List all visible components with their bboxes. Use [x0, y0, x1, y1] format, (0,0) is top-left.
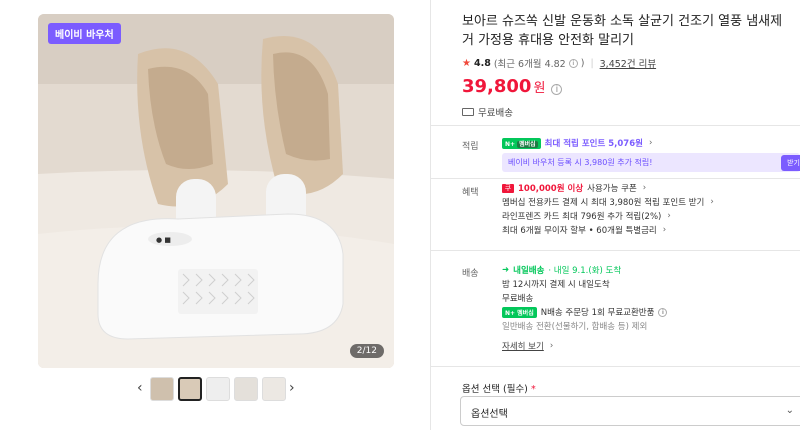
star-icon: ★ [462, 57, 471, 69]
divider [430, 125, 800, 126]
thumbnail-active[interactable] [178, 377, 202, 401]
npay-membership-icon: N+ 멤버십 [502, 306, 537, 318]
divider [430, 250, 800, 251]
product-title: 보아르 슈즈쏙 신발 운동화 소독 살균기 건조기 열풍 냄새제거 가정용 휴대… [462, 14, 783, 48]
free-shipping-text: 무료배송 [478, 108, 513, 119]
option-select-value: 옵션선택 [471, 409, 508, 420]
membership-card-benefit[interactable]: 멤버십 전용카드 결제 시 최대 3,980원 적립 포인트 받기 [502, 196, 704, 208]
npay-membership-icon: N+ 멤버십 [502, 137, 541, 149]
separator: | [590, 57, 594, 69]
price-unit: 원 [533, 81, 546, 96]
tomorrow-delivery: 내일배송 [513, 266, 545, 276]
chevron-right-icon: › [662, 225, 667, 235]
delivery-date: · 내일 9.1.(화) 도착 [548, 266, 622, 276]
delivery-cutoff: 밤 12시까지 결제 시 내일도착 [502, 280, 610, 290]
benefits-label: 혜택 [462, 188, 479, 198]
price: 39,800 원 i [462, 76, 800, 97]
image-counter: 2/12 [349, 344, 384, 358]
prev-image-icon[interactable]: ‹ [137, 380, 143, 396]
return-benefit: N배송 주문당 1회 무료교환반품 [540, 308, 655, 318]
info-icon[interactable]: i [658, 307, 668, 317]
option-select[interactable]: 옵션선택 ⌄ [460, 396, 800, 426]
thumbnail[interactable] [262, 377, 286, 401]
delivery-label: 배송 [462, 269, 479, 279]
thumbnail-strip [150, 377, 286, 401]
chevron-right-icon: › [667, 211, 671, 221]
rating-row: ★ 4.8 (최근 6개월 4.82 i ) | 3,452건 리뷰 [462, 56, 800, 71]
rating-note: (최근 6개월 4.82 [493, 59, 566, 70]
product-photo: ● ■ [38, 14, 394, 368]
rating-score: 4.8 [473, 57, 491, 69]
truck-icon [462, 108, 474, 116]
coupon-text[interactable]: 사용가능 쿠폰 [587, 182, 637, 194]
delivery-section: ➜ 내일배송 · 내일 9.1.(화) 도착 밤 12시까지 결제 시 내일도착… [502, 263, 668, 353]
option-label: 옵션 선택 (필수) * [462, 384, 536, 395]
chevron-right-icon: › [549, 341, 554, 351]
coupon-icon: 쿠 [502, 183, 514, 193]
linefriends-card-benefit[interactable]: 라인프렌즈 카드 최대 796원 추가 적립(2%) [502, 210, 661, 222]
rating-note-close: ) [580, 57, 585, 69]
benefits-section: 쿠 100,000원 이상 사용가능 쿠폰 › 멤버십 전용카드 결제 시 최대… [502, 181, 714, 237]
delivery-detail-link[interactable]: 자세히 보기 [502, 340, 544, 352]
points-section: N+ 멤버십 최대 적립 포인트 5,076원 › 베이비 바우처 등록 시 3,… [502, 136, 800, 172]
thumbnail[interactable] [150, 377, 174, 401]
installment-benefit[interactable]: 최대 6개월 무이자 할부 • 60개월 특별금리 [502, 224, 657, 236]
product-image-gallery[interactable]: ● ■ 베이비 바우처 2/12 [38, 14, 394, 368]
coupon-threshold: 100,000원 이상 [518, 184, 584, 194]
thumbnail[interactable] [234, 377, 258, 401]
svg-text:● ■: ● ■ [156, 236, 171, 244]
shipping-summary: 무료배송 [462, 105, 800, 119]
chevron-right-icon: › [642, 183, 647, 193]
tomorrow-delivery-icon: ➜ [502, 265, 510, 275]
reviews-link[interactable]: 3,452건 리뷰 [600, 56, 656, 70]
price-value: 39,800 [462, 76, 532, 97]
voucher-get-button[interactable]: 받기 [781, 155, 800, 171]
divider [430, 366, 800, 367]
voucher-banner: 베이비 바우처 등록 시 3,980원 추가 적립! 받기 [502, 153, 800, 172]
divider [430, 178, 800, 179]
chevron-right-icon: › [710, 197, 714, 207]
info-icon[interactable]: i [568, 58, 578, 68]
max-points-link[interactable]: 최대 적립 포인트 5,076원 [545, 137, 643, 149]
chevron-down-icon: ⌄ [785, 405, 794, 416]
voucher-badge: 베이비 바우처 [48, 23, 121, 44]
chevron-right-icon: › [648, 138, 653, 148]
voucher-text: 베이비 바우처 등록 시 3,980원 추가 적립! [508, 158, 653, 167]
delivery-free: 무료배송 [502, 294, 534, 304]
price-info-icon[interactable]: i [551, 84, 563, 95]
next-image-icon[interactable]: › [289, 380, 295, 396]
product-info: 보아르 슈즈쏙 신발 운동화 소독 살균기 건조기 열풍 냄새제거 가정용 휴대… [462, 12, 800, 119]
points-label: 적립 [462, 142, 479, 152]
required-mark: * [530, 384, 536, 395]
delivery-exclusion: 일반배송 전환(선물하기, 합배송 등) 제외 [502, 322, 648, 332]
thumbnail[interactable] [206, 377, 230, 401]
